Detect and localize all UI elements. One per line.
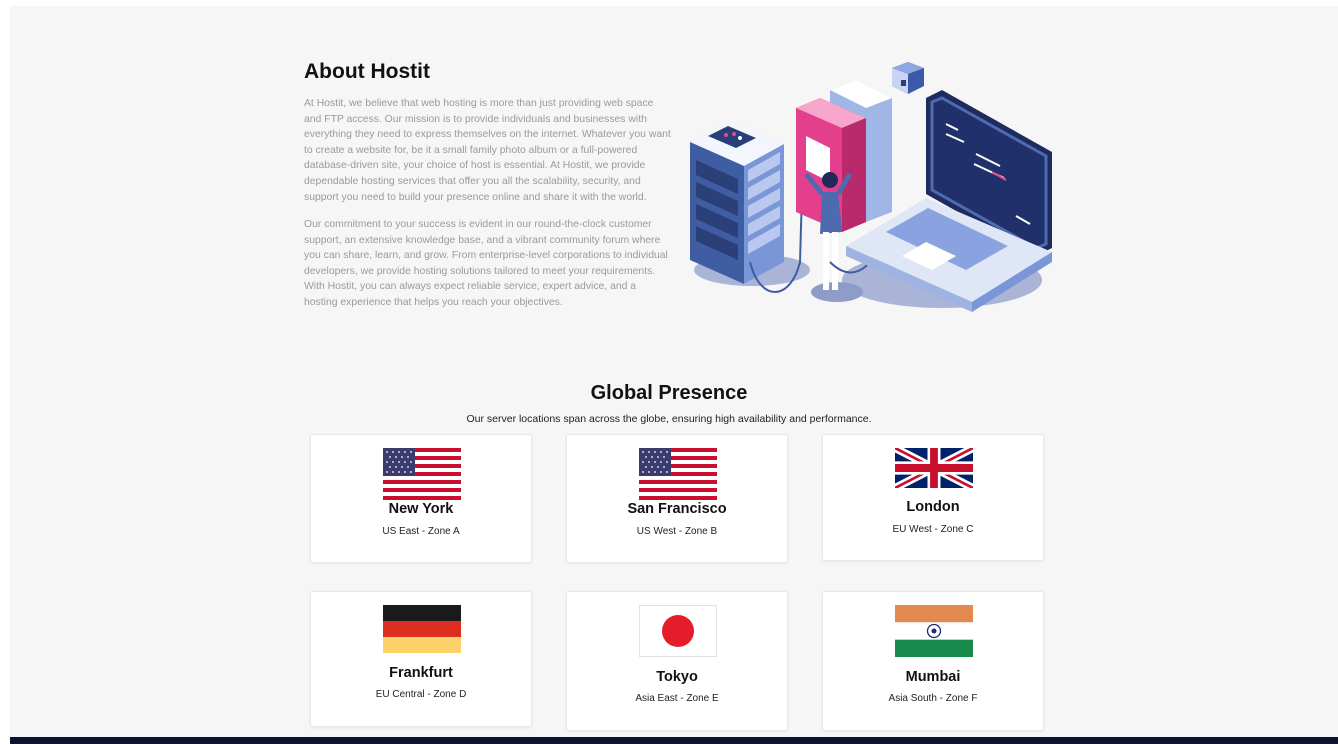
location-card-tokyo: Tokyo Asia East - Zone E bbox=[566, 591, 788, 731]
location-city: San Francisco bbox=[627, 501, 727, 517]
location-zone: EU Central - Zone D bbox=[375, 689, 467, 700]
location-card-frankfurt: Frankfurt EU Central - Zone D bbox=[310, 591, 532, 727]
location-zone: EU West - Zone C bbox=[892, 524, 974, 535]
location-city: Tokyo bbox=[656, 669, 698, 685]
about-paragraph-1: At Hostit, we believe that web hosting i… bbox=[304, 98, 671, 203]
server-laptop-illustration bbox=[680, 62, 1060, 324]
location-city: New York bbox=[388, 501, 454, 517]
location-city: Frankfurt bbox=[389, 665, 453, 681]
us-flag-icon bbox=[383, 448, 461, 500]
location-zone: US East - Zone A bbox=[382, 526, 460, 537]
india-flag-icon bbox=[895, 605, 973, 657]
location-card-san-francisco: San Francisco US West - Zone B bbox=[566, 434, 788, 563]
location-card-london: London EU West - Zone C bbox=[822, 434, 1044, 561]
germany-flag-icon bbox=[383, 605, 461, 657]
japan-flag-icon bbox=[639, 605, 717, 657]
location-city: Mumbai bbox=[905, 669, 961, 685]
uk-flag-icon bbox=[895, 448, 973, 488]
global-presence-subtitle: Our server locations span across the glo… bbox=[466, 413, 872, 425]
location-zone: Asia South - Zone F bbox=[888, 693, 978, 704]
location-card-new-york: New York US East - Zone A bbox=[310, 434, 532, 563]
location-zone: US West - Zone B bbox=[636, 526, 718, 537]
about-title: About Hostit bbox=[304, 60, 430, 83]
footer-bar bbox=[10, 737, 1338, 744]
location-zone: Asia East - Zone E bbox=[635, 693, 719, 704]
location-city: London bbox=[906, 499, 960, 515]
location-card-mumbai: Mumbai Asia South - Zone F bbox=[822, 591, 1044, 731]
us-flag-icon bbox=[639, 448, 717, 500]
global-presence-title: Global Presence bbox=[590, 382, 748, 404]
about-paragraph-2: Our commitment to your success is eviden… bbox=[304, 219, 668, 308]
